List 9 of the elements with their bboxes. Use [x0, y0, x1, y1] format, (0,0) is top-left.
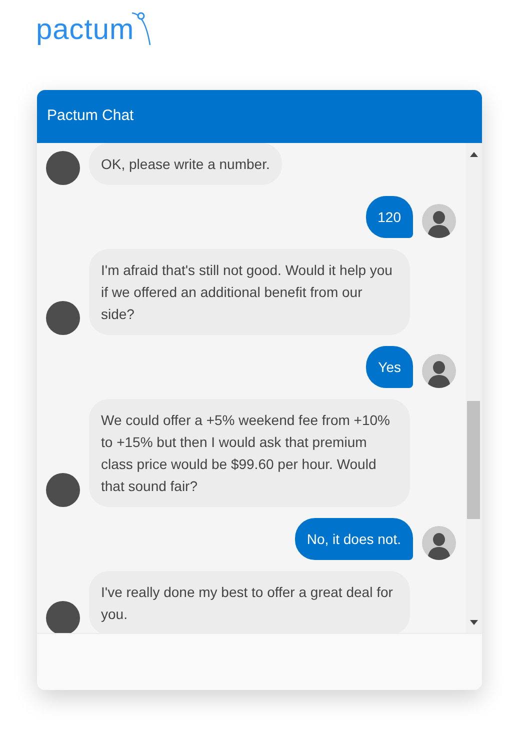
user-message: No, it does not.: [294, 518, 413, 560]
bot-message: OK, please write a number.: [89, 143, 282, 185]
logo-text: pactum: [36, 13, 134, 48]
user-message: Yes: [366, 346, 413, 388]
chat-title: Pactum Chat: [47, 106, 134, 126]
bot-message: I've really done my best to offer a great deal for you.: [89, 571, 410, 633]
user-message: 120: [366, 196, 413, 238]
bot-message: We could offer a +5% weekend fee from +10% to +15% but then I would ask that premium class price would be $99.60 per hour. Would that sound fair?: [89, 399, 410, 507]
bot-message: I'm afraid that's still not good. Would it help you if we offered an additional benefit from our side?: [89, 249, 410, 335]
